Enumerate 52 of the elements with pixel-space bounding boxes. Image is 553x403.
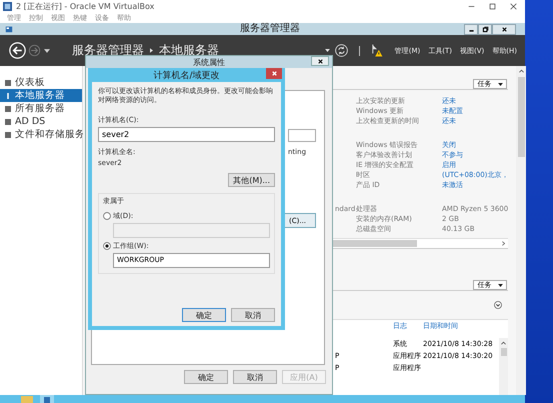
chevron-icon[interactable] xyxy=(502,241,506,246)
flag-warning-icon[interactable] xyxy=(370,43,383,58)
breadcrumb-item[interactable]: 服务器管理器 xyxy=(72,42,144,59)
caret-icon xyxy=(498,82,504,86)
minimize-button[interactable] xyxy=(464,24,478,34)
server-icon xyxy=(5,118,11,124)
dialog-button[interactable]: 确定 xyxy=(182,308,226,322)
vertical-scrollbar[interactable] xyxy=(499,338,508,395)
restore-icon xyxy=(482,26,488,32)
caret-icon xyxy=(498,284,504,286)
close-icon xyxy=(316,58,324,64)
input-field[interactable]: sever2 xyxy=(98,127,275,142)
close-icon[interactable] xyxy=(510,2,517,10)
input-field[interactable] xyxy=(113,223,270,238)
chevron-icon[interactable] xyxy=(518,69,524,73)
close-icon xyxy=(500,26,508,32)
chevron-icon[interactable] xyxy=(501,341,506,345)
close-button[interactable] xyxy=(492,24,516,34)
vertical-scrollbar[interactable] xyxy=(516,66,526,395)
window-title: 服务器管理器 xyxy=(240,23,300,35)
window-title: 2 [正在运行] - Oracle VM VirtualBox xyxy=(16,0,154,12)
dialog-title: 计算机名/域更改 xyxy=(153,70,220,82)
back-icon[interactable] xyxy=(9,42,26,59)
more-button[interactable]: 其他(M)... xyxy=(228,173,275,187)
server-manager-icon xyxy=(5,25,13,33)
close-icon xyxy=(270,70,278,77)
scroll-thumb[interactable] xyxy=(518,77,525,157)
dialog-button[interactable]: 确定 xyxy=(184,370,228,384)
input-field[interactable] xyxy=(288,129,316,142)
sidebar-item[interactable]: 仪表板 xyxy=(0,76,82,89)
chevron-icon xyxy=(150,48,153,53)
server-icon xyxy=(5,132,11,138)
sidebar-item[interactable]: AD DS xyxy=(0,115,82,128)
expand-icon[interactable] xyxy=(494,301,502,309)
close-button[interactable] xyxy=(311,56,329,66)
scroll-thumb[interactable] xyxy=(500,348,507,356)
caret-icon[interactable] xyxy=(324,49,330,52)
app-icon xyxy=(3,2,12,10)
restore-button[interactable] xyxy=(478,24,492,34)
sidebar-item[interactable]: 所有服务器 xyxy=(0,102,82,115)
server-manager-icon[interactable] xyxy=(40,395,54,403)
sidebar-item[interactable]: 文件和存储服务 xyxy=(0,128,82,141)
dialog-button[interactable]: 取消 xyxy=(233,370,277,384)
dialog-button[interactable]: 取消 xyxy=(231,308,275,322)
server-icon xyxy=(5,106,11,112)
caret-icon[interactable] xyxy=(44,48,50,52)
dialog-title: 系统属性 xyxy=(193,56,225,68)
sidebar-item[interactable]: 本地服务器 xyxy=(0,89,82,102)
breadcrumb-item[interactable]: 本地服务器 xyxy=(159,42,219,59)
refresh-icon[interactable] xyxy=(334,44,348,57)
server-icon xyxy=(5,80,11,86)
maximize-icon[interactable] xyxy=(489,2,496,10)
